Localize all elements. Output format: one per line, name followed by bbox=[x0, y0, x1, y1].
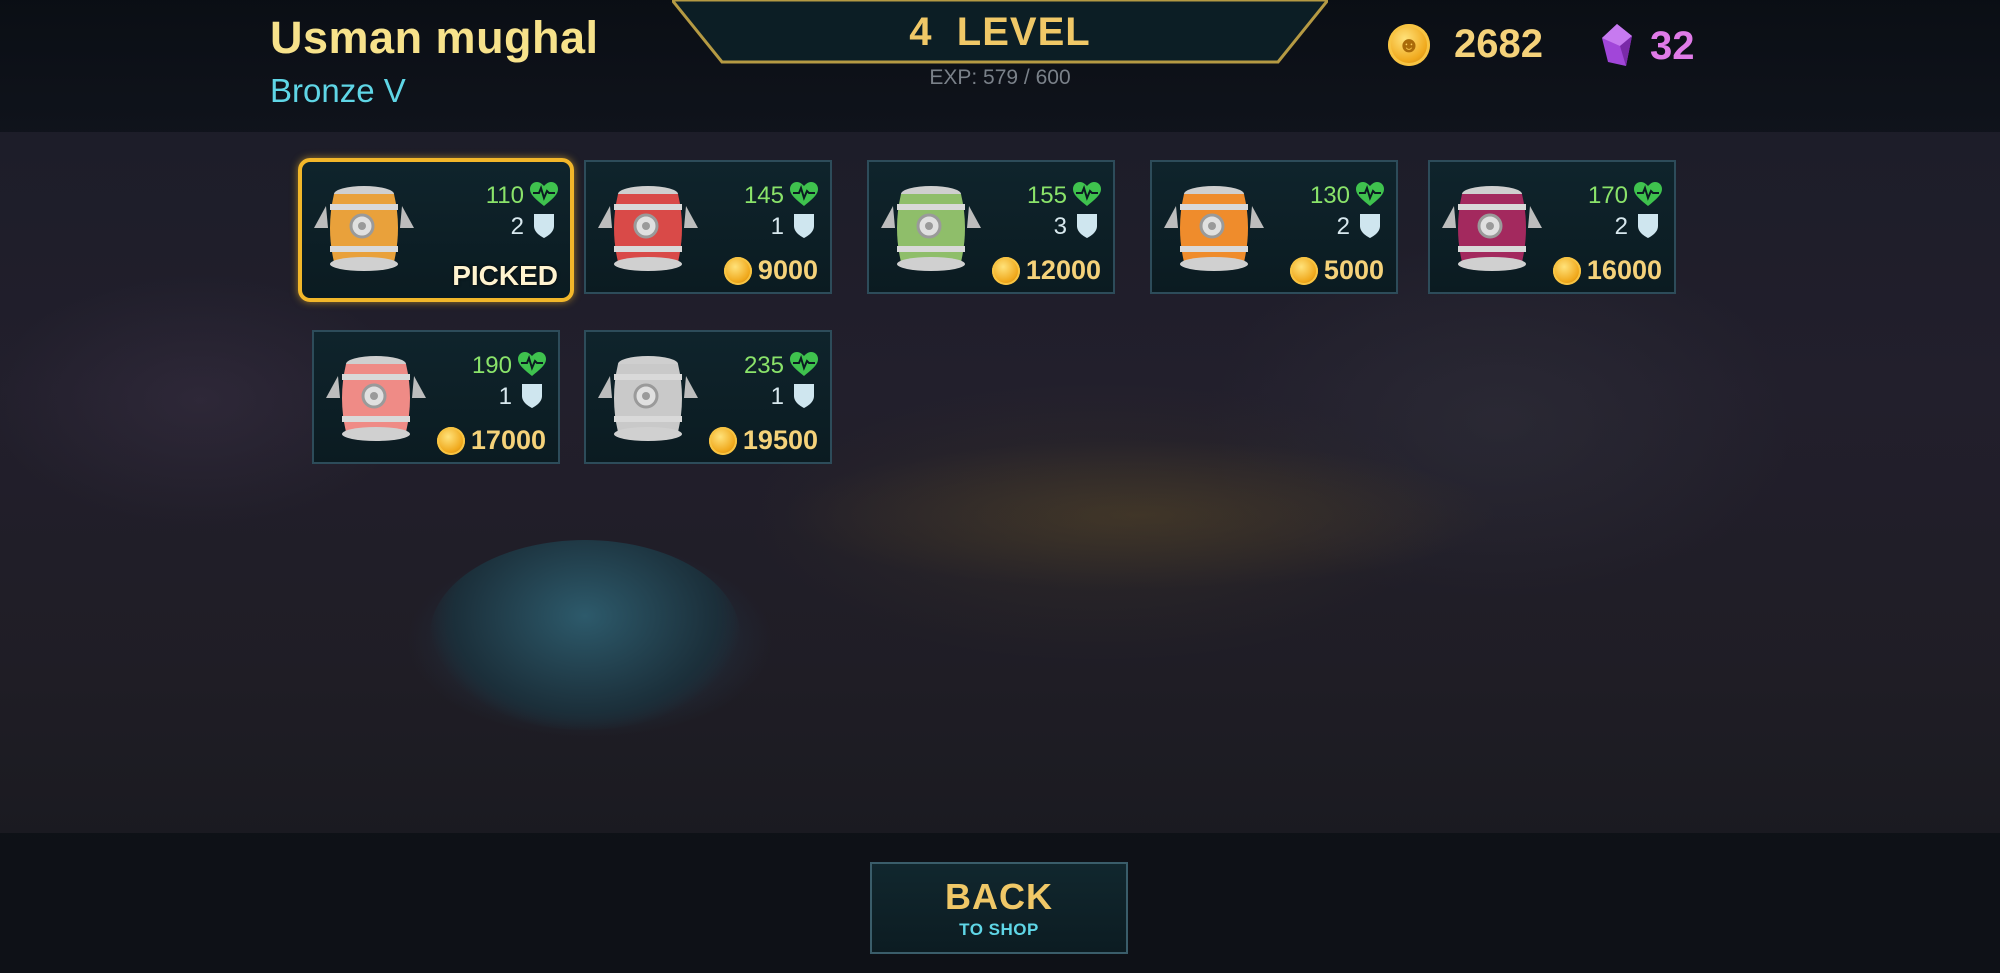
barrel-icon bbox=[598, 356, 698, 441]
price-value: 16000 bbox=[1586, 255, 1662, 285]
barrel-defense: 2 bbox=[1614, 213, 1628, 240]
barrel-price: 5000 bbox=[1289, 255, 1384, 286]
barrel-defense: 1 bbox=[498, 383, 512, 410]
health-heart-icon bbox=[790, 182, 818, 206]
barrel-health: 145 bbox=[743, 182, 784, 209]
background-dome bbox=[430, 540, 740, 730]
health-heart-icon bbox=[1356, 182, 1384, 206]
price-value: 9000 bbox=[757, 255, 818, 285]
exp-progress: EXP: 579 / 600 bbox=[929, 66, 1071, 89]
gem-balance: 32 bbox=[1600, 22, 1695, 70]
price-value: 12000 bbox=[1025, 255, 1101, 285]
barrel-icon bbox=[326, 356, 426, 441]
barrel-defense: 1 bbox=[770, 213, 784, 240]
health-heart-icon bbox=[790, 352, 818, 376]
barrel-price: 12000 bbox=[991, 255, 1101, 286]
health-heart-icon bbox=[530, 182, 558, 206]
defense-shield-icon bbox=[1077, 214, 1097, 238]
barrel-icon bbox=[1164, 186, 1264, 271]
health-heart-icon bbox=[1073, 182, 1101, 206]
barrel-health: 110 bbox=[485, 182, 524, 209]
barrel-health: 130 bbox=[1309, 182, 1350, 209]
barrel-card[interactable]: 130 2 5000 bbox=[1150, 160, 1398, 294]
defense-shield-icon bbox=[1360, 214, 1380, 238]
price-value: 5000 bbox=[1323, 255, 1384, 285]
coin-icon bbox=[723, 256, 752, 285]
defense-shield-icon bbox=[522, 384, 542, 408]
coin-icon bbox=[708, 426, 737, 455]
player-name: Usman mughal bbox=[270, 12, 599, 63]
defense-shield-icon bbox=[794, 384, 814, 408]
barrel-health: 235 bbox=[743, 352, 784, 379]
barrel-price: 17000 bbox=[436, 425, 546, 456]
barrel-defense: 3 bbox=[1053, 213, 1067, 240]
barrel-defense: 1 bbox=[770, 383, 784, 410]
coin-amount: 2682 bbox=[1454, 22, 1543, 66]
barrel-icon bbox=[881, 186, 981, 271]
defense-shield-icon bbox=[534, 214, 554, 238]
barrel-defense: 2 bbox=[510, 213, 524, 240]
barrel-card[interactable]: 110 2 PICKED bbox=[298, 158, 574, 302]
coin-icon: ☻ bbox=[1388, 23, 1430, 66]
barrel-icon bbox=[314, 186, 414, 271]
barrel-card[interactable]: 190 1 17000 bbox=[312, 330, 560, 464]
coin-icon bbox=[436, 426, 465, 455]
gem-icon bbox=[1602, 24, 1632, 66]
coin-balance: ☻ 2682 bbox=[1388, 22, 1543, 67]
back-to-shop-button[interactable]: BACK TO SHOP bbox=[870, 862, 1128, 954]
price-value: 17000 bbox=[470, 425, 546, 455]
barrel-price: 16000 bbox=[1552, 255, 1662, 286]
barrel-card[interactable]: 235 1 19500 bbox=[584, 330, 832, 464]
health-heart-icon bbox=[518, 352, 546, 376]
back-button-subtitle: TO SHOP bbox=[959, 920, 1039, 939]
barrel-card[interactable]: 155 3 12000 bbox=[867, 160, 1115, 294]
barrel-card[interactable]: 145 1 9000 bbox=[584, 160, 832, 294]
background-island bbox=[780, 440, 1500, 590]
coin-icon bbox=[1552, 256, 1581, 285]
level-label: 4 LEVEL bbox=[909, 9, 1091, 54]
coin-icon bbox=[1289, 256, 1318, 285]
picked-label: PICKED bbox=[452, 260, 558, 291]
barrel-card[interactable]: 170 2 16000 bbox=[1428, 160, 1676, 294]
barrel-health: 170 bbox=[1587, 182, 1628, 209]
barrel-price: 19500 bbox=[708, 425, 818, 456]
barrel-health: 155 bbox=[1026, 182, 1067, 209]
defense-shield-icon bbox=[794, 214, 814, 238]
coin-icon bbox=[991, 256, 1020, 285]
price-value: 19500 bbox=[742, 425, 818, 455]
back-button-title: BACK bbox=[945, 876, 1053, 917]
barrel-health: 190 bbox=[471, 352, 512, 379]
barrel-icon bbox=[598, 186, 698, 271]
barrel-icon bbox=[1442, 186, 1542, 271]
defense-shield-icon bbox=[1638, 214, 1658, 238]
barrel-price: 9000 bbox=[723, 255, 818, 286]
barrel-defense: 2 bbox=[1336, 213, 1350, 240]
gem-amount: 32 bbox=[1650, 23, 1695, 68]
health-heart-icon bbox=[1634, 182, 1662, 206]
player-rank: Bronze V bbox=[270, 72, 406, 109]
